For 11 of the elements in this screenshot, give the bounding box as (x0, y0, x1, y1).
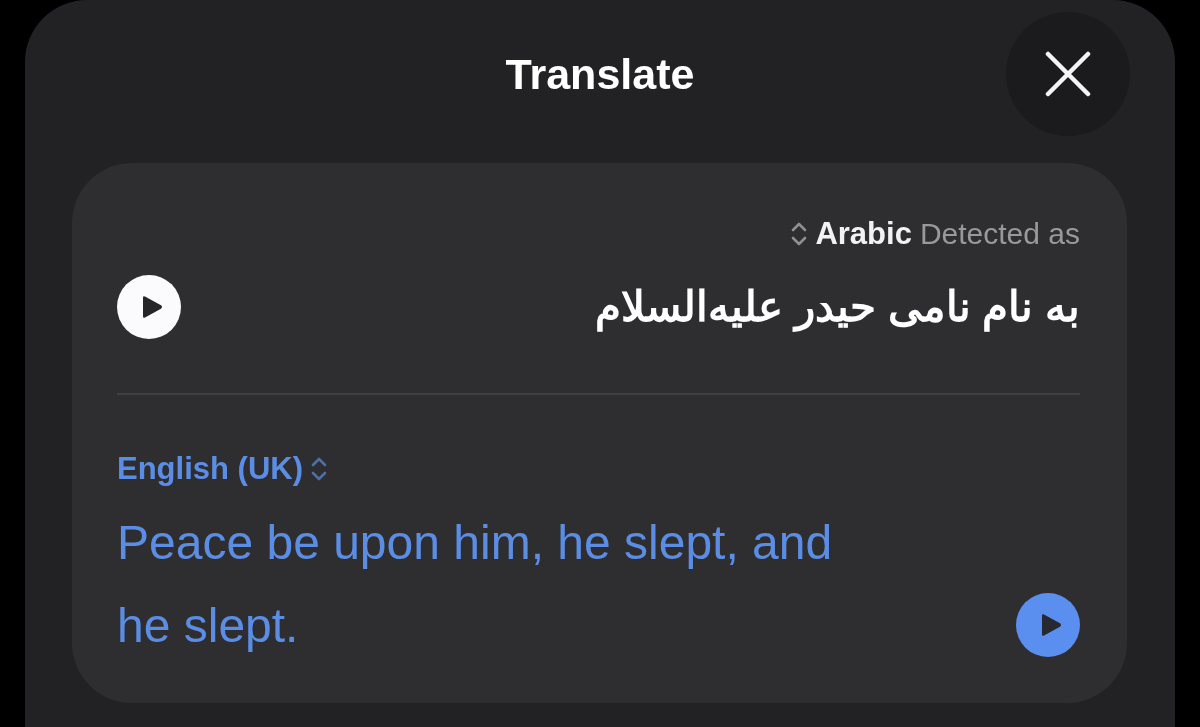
play-icon (1039, 613, 1062, 637)
detected-label: Detected as (919, 216, 1080, 252)
source-text: به نام نامی حیدر علیه‌السلام (595, 282, 1080, 334)
close-icon (1045, 51, 1091, 97)
play-icon (140, 295, 163, 319)
up-down-chevron-icon (791, 221, 808, 247)
translated-text: Peace be upon him, he slept, and he slept. (117, 515, 834, 654)
sheet-title: Translate (504, 49, 696, 100)
source-language-picker[interactable]: Arabic (791, 214, 912, 254)
target-language-picker[interactable]: English (UK) (117, 449, 327, 489)
up-down-chevron-icon (311, 456, 327, 482)
